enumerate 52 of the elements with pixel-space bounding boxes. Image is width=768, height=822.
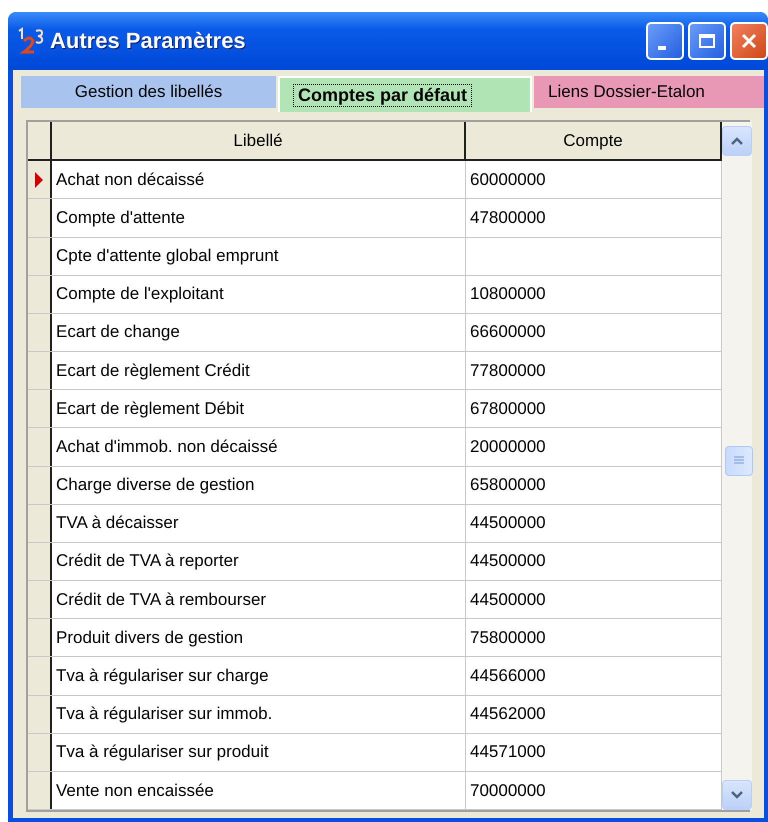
- table-cell: Achat d'immob. non décaissé: [52, 428, 466, 466]
- row-header[interactable]: [28, 466, 52, 504]
- maximize-button[interactable]: [688, 22, 726, 60]
- row-header[interactable]: [28, 734, 52, 771]
- table-cell: Produit divers de gestion: [52, 619, 466, 656]
- scroll-up-button[interactable]: [722, 126, 752, 156]
- row-header[interactable]: [28, 276, 52, 313]
- row-header[interactable]: [28, 161, 52, 198]
- table-cell: Compte de l'exploitant: [52, 276, 466, 313]
- minimize-button[interactable]: [646, 22, 684, 60]
- close-button[interactable]: [730, 22, 768, 60]
- row-header[interactable]: [28, 504, 52, 542]
- row-header[interactable]: [28, 657, 52, 695]
- table-cell: TVA à décaisser: [52, 504, 466, 542]
- column-header[interactable]: Libellé: [52, 122, 466, 160]
- row-header[interactable]: [28, 619, 52, 656]
- row-header[interactable]: [28, 352, 52, 390]
- row-header[interactable]: [28, 542, 52, 580]
- table-cell: Ecart de règlement Débit: [52, 390, 466, 428]
- table-cell: Charge diverse de gestion: [52, 466, 466, 504]
- table-cell: Tva à régulariser sur charge: [52, 657, 466, 695]
- row-header[interactable]: [28, 199, 52, 237]
- tab[interactable]: Gestion des libellés: [21, 76, 276, 108]
- row-header[interactable]: [28, 390, 52, 428]
- row-header[interactable]: [28, 696, 52, 733]
- table-cell: Ecart de change: [52, 314, 466, 352]
- row-header[interactable]: [28, 314, 52, 352]
- table-cell: Cpte d'attente global emprunt: [52, 238, 466, 275]
- row-header[interactable]: [28, 428, 52, 466]
- scroll-thumb[interactable]: [725, 446, 753, 476]
- chevron-up-icon: [730, 136, 744, 146]
- table-cell: Crédit de TVA à rembourser: [52, 581, 466, 618]
- row-header[interactable]: [28, 238, 52, 275]
- row-header[interactable]: [28, 772, 52, 810]
- table-cell: Tva à régulariser sur produit: [52, 734, 466, 771]
- table-cell: Vente non encaissée: [52, 772, 466, 810]
- tab[interactable]: Comptes par défaut: [278, 76, 532, 112]
- numbers-icon: [16, 27, 46, 55]
- table-cell: Tva à régulariser sur immob.: [52, 696, 466, 733]
- close-icon: [740, 32, 758, 50]
- table-cell: Crédit de TVA à reporter: [52, 542, 466, 580]
- minimize-icon: [658, 46, 666, 50]
- scroll-down-button[interactable]: [722, 780, 752, 810]
- window-title: Autres Paramètres: [50, 28, 247, 54]
- table-cell: Ecart de règlement Crédit: [52, 352, 466, 390]
- chevron-down-icon: [730, 790, 744, 800]
- table-cell: Achat non décaissé: [52, 161, 466, 198]
- tab[interactable]: Liens Dossier-Etalon: [534, 76, 764, 108]
- table-cell: Compte d'attente: [52, 199, 466, 237]
- maximize-icon: [698, 33, 716, 49]
- row-header[interactable]: [28, 581, 52, 618]
- current-row-icon: [35, 172, 43, 188]
